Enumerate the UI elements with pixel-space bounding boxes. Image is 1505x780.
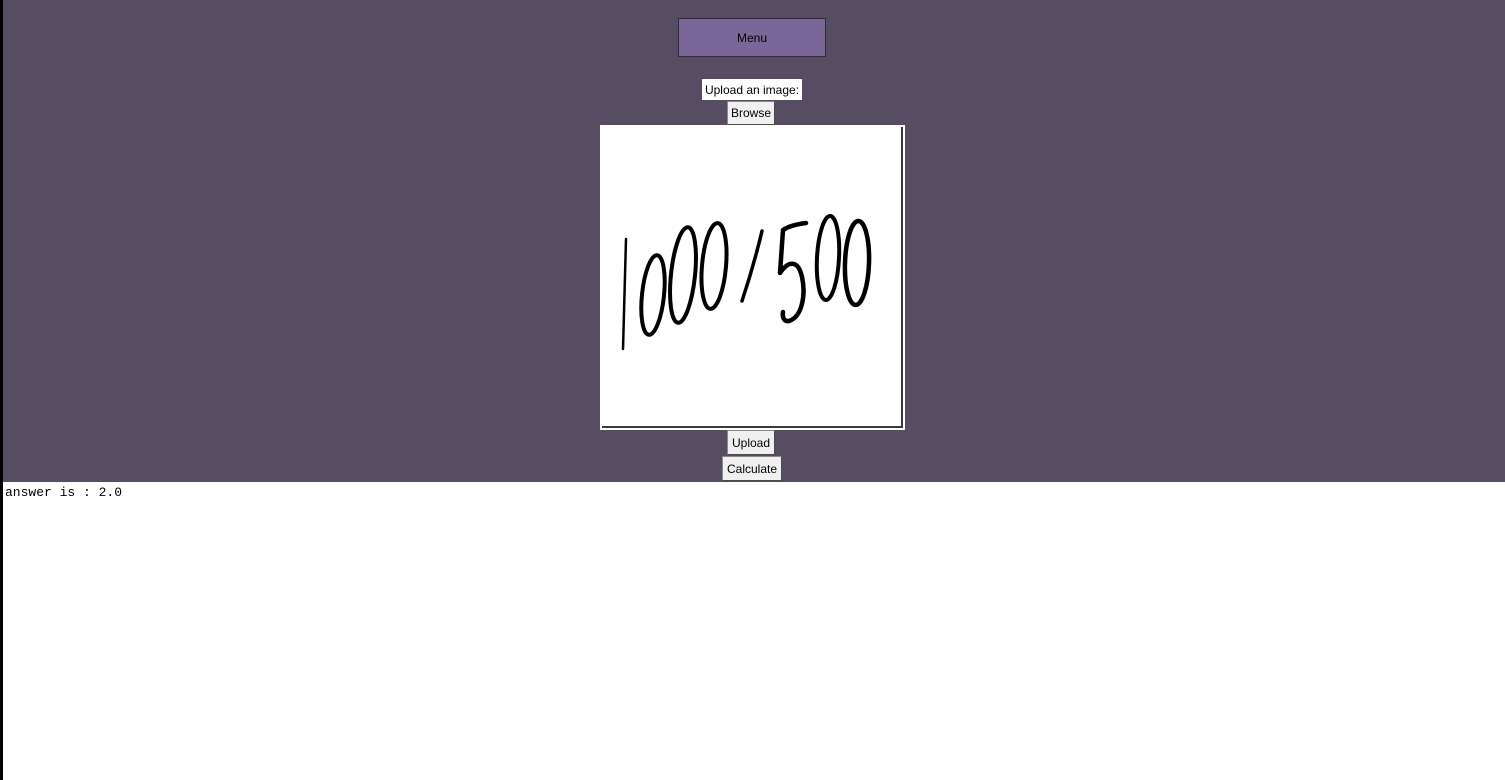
uploaded-image-preview xyxy=(600,125,905,430)
browse-button[interactable]: Browse xyxy=(727,101,775,125)
upload-image-label: Upload an image: xyxy=(702,79,802,100)
handwritten-expression-image xyxy=(621,214,872,351)
app-window: Menu Upload an image: Browse Upload Calc… xyxy=(3,0,1505,780)
result-output[interactable]: answer is : 2.0 xyxy=(3,482,1505,780)
menu-button[interactable]: Menu xyxy=(678,18,826,57)
upload-button[interactable]: Upload xyxy=(727,430,775,455)
calculate-button[interactable]: Calculate xyxy=(722,456,782,481)
